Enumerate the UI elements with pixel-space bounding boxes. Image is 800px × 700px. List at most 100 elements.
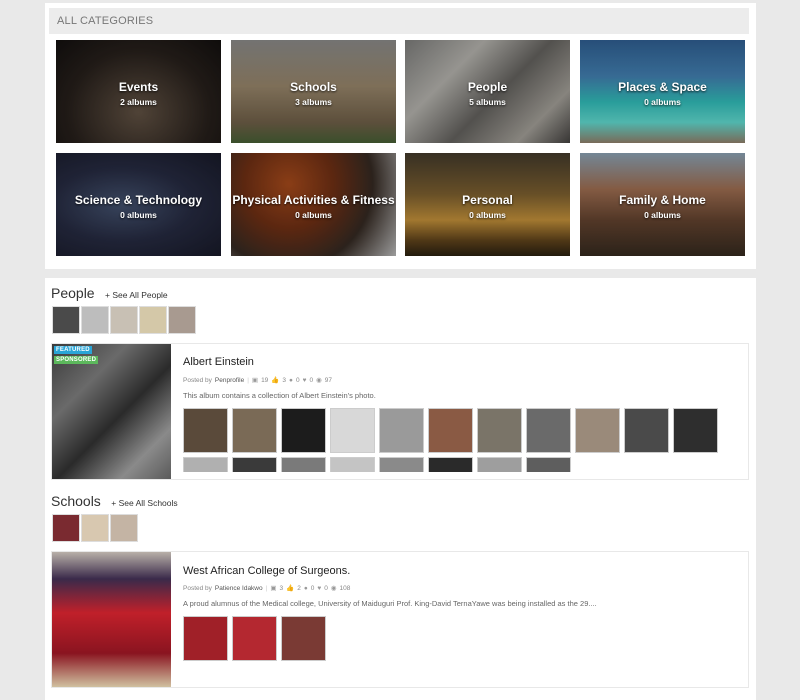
- album-card[interactable]: West African College of Surgeons. Posted…: [51, 551, 749, 688]
- album-photo[interactable]: [428, 457, 473, 472]
- album-photo[interactable]: [379, 457, 424, 472]
- category-text: Schools 3 albums: [231, 80, 396, 107]
- schools-album-thumbs: [52, 514, 138, 542]
- album-card[interactable]: FEATURED SPONSORED Albert Einstein Poste…: [51, 343, 749, 480]
- album-photo[interactable]: [281, 408, 326, 453]
- album-photo[interactable]: [183, 616, 228, 661]
- category-name: Schools: [290, 80, 337, 94]
- category-count: 3 albums: [295, 97, 332, 107]
- album-photo-grid: [183, 408, 723, 472]
- album-photo[interactable]: [232, 408, 277, 453]
- see-all-people-link[interactable]: + See All People: [105, 290, 168, 300]
- album-photo[interactable]: [477, 408, 522, 453]
- category-tile-physical-activities-fitness[interactable]: Physical Activities & Fitness 0 albums: [231, 153, 396, 256]
- meta-divider: |: [247, 376, 249, 384]
- main-panel: People + See All People FEATURED SPONSOR…: [45, 278, 756, 700]
- like-count: 2: [297, 584, 301, 592]
- see-all-schools-link[interactable]: + See All Schools: [111, 498, 177, 508]
- album-description: A proud alumnus of the Medical college, …: [183, 599, 597, 608]
- album-cover[interactable]: [52, 552, 171, 687]
- schools-section-header: Schools + See All Schools: [51, 493, 178, 511]
- author-link[interactable]: Penprofile: [215, 377, 244, 384]
- album-thumb[interactable]: [52, 306, 80, 334]
- category-count: 2 albums: [120, 97, 157, 107]
- category-name: Events: [118, 80, 159, 94]
- album-cover[interactable]: FEATURED SPONSORED: [52, 344, 171, 479]
- category-count: 5 albums: [469, 97, 506, 107]
- photo-count: 19: [261, 376, 269, 384]
- album-photo[interactable]: [183, 457, 228, 472]
- album-photo[interactable]: [183, 408, 228, 453]
- album-thumb[interactable]: [81, 514, 109, 542]
- album-thumb[interactable]: [52, 514, 80, 542]
- category-tile-science-technology[interactable]: Science & Technology 0 albums: [56, 153, 221, 256]
- category-text: Physical Activities & Fitness 0 albums: [231, 193, 396, 220]
- album-photo[interactable]: [428, 408, 473, 453]
- album-meta: Posted by Patience Idakwo | ▣ 3 👍 2 ● 0 ♥ 0 …: [183, 584, 351, 593]
- category-name: Science & Technology: [74, 193, 203, 207]
- album-photo[interactable]: [379, 408, 424, 453]
- meta-divider: |: [265, 584, 268, 592]
- favorite-count: 0: [324, 584, 328, 592]
- category-name: Family & Home: [619, 193, 706, 207]
- album-photo[interactable]: [477, 457, 522, 472]
- album-meta: Posted by Penprofile | ▣ 19 👍 3 ● 0 ♥ 0 ◉ 97: [183, 376, 332, 385]
- sponsored-badge: SPONSORED: [54, 356, 99, 364]
- album-photo[interactable]: [330, 457, 375, 472]
- people-album-thumbs: [52, 306, 196, 334]
- photo-icon: ▣: [270, 585, 277, 592]
- album-photo[interactable]: [673, 408, 718, 453]
- category-tile-personal[interactable]: Personal 0 albums: [405, 153, 570, 256]
- comment-icon: ●: [303, 584, 308, 592]
- category-text: Events 2 albums: [56, 80, 221, 107]
- album-thumb[interactable]: [110, 514, 138, 542]
- album-description: This album contains a collection of Albe…: [183, 391, 376, 400]
- photo-count: 3: [279, 584, 284, 592]
- comment-icon: ●: [289, 376, 293, 384]
- category-count: 0 albums: [644, 97, 681, 107]
- album-thumb[interactable]: [139, 306, 167, 334]
- album-thumb[interactable]: [168, 306, 196, 334]
- album-thumb[interactable]: [81, 306, 109, 334]
- album-photo[interactable]: [526, 408, 571, 453]
- like-count: 3: [282, 376, 287, 384]
- album-photo[interactable]: [232, 457, 277, 472]
- album-title[interactable]: West African College of Surgeons.: [183, 565, 350, 577]
- eye-icon: ◉: [316, 377, 322, 384]
- category-text: Personal 0 albums: [405, 193, 570, 220]
- album-photo-grid: [183, 616, 326, 661]
- album-photo[interactable]: [575, 408, 620, 453]
- category-count: 0 albums: [295, 210, 332, 220]
- author-link[interactable]: Patience Idakwo: [215, 585, 263, 592]
- album-photo[interactable]: [526, 457, 571, 472]
- category-text: People 5 albums: [405, 80, 570, 107]
- posted-by-label: Posted by: [183, 584, 212, 592]
- category-text: Family & Home 0 albums: [580, 193, 745, 220]
- album-photo[interactable]: [330, 408, 375, 453]
- people-section-header: People + See All People: [51, 285, 168, 303]
- album-photo[interactable]: [281, 457, 326, 472]
- album-title[interactable]: Albert Einstein: [183, 356, 254, 368]
- comment-count: 0: [310, 584, 315, 592]
- album-thumb[interactable]: [110, 306, 138, 334]
- category-tile-schools[interactable]: Schools 3 albums: [231, 40, 396, 143]
- category-count: 0 albums: [120, 210, 157, 220]
- like-icon: 👍: [271, 377, 280, 384]
- categories-header: ALL CATEGORIES: [49, 8, 749, 34]
- category-tile-events[interactable]: Events 2 albums: [56, 40, 221, 143]
- album-photo[interactable]: [281, 616, 326, 661]
- category-text: Science & Technology 0 albums: [56, 193, 221, 220]
- photo-icon: ▣: [251, 377, 259, 384]
- album-photo[interactable]: [232, 616, 277, 661]
- section-title: People: [51, 285, 95, 301]
- album-photo[interactable]: [624, 408, 669, 453]
- category-tile-people[interactable]: People 5 albums: [405, 40, 570, 143]
- view-count: 108: [339, 584, 351, 592]
- category-tile-family-home[interactable]: Family & Home 0 albums: [580, 153, 745, 256]
- categories-panel: ALL CATEGORIES Events 2 albums Schools 3…: [45, 3, 756, 269]
- category-name: Physical Activities & Fitness: [232, 193, 395, 207]
- category-tile-places-space[interactable]: Places & Space 0 albums: [580, 40, 745, 143]
- like-icon: 👍: [286, 585, 295, 592]
- category-count: 0 albums: [644, 210, 681, 220]
- category-name: Places & Space: [618, 80, 707, 94]
